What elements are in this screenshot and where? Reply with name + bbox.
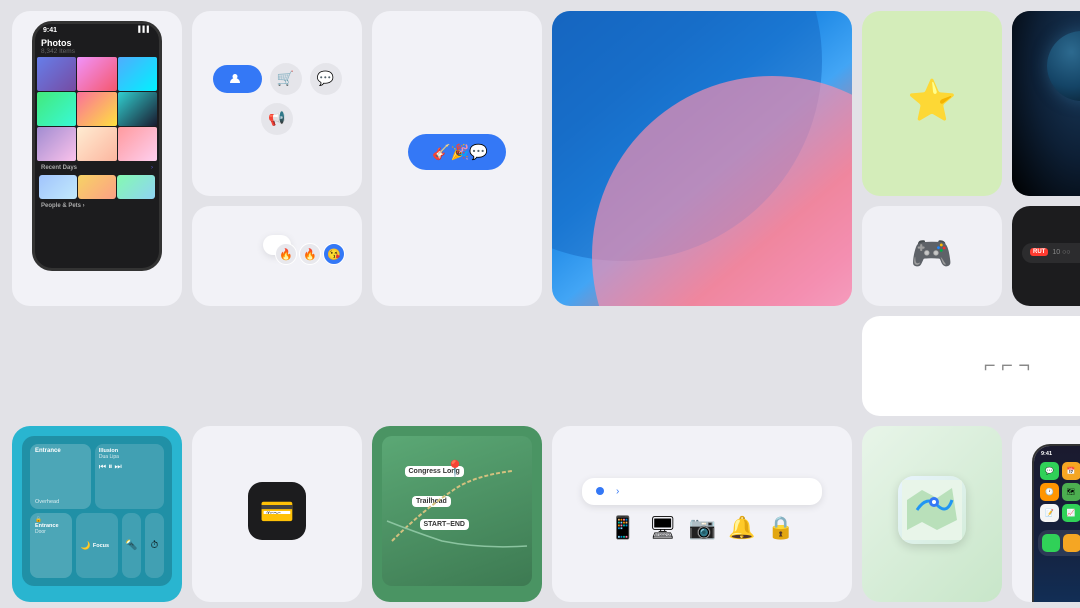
rockstar-msg: 🎸🎉💬 [408,134,506,170]
app-maps: 🗺 [1062,483,1080,501]
locked-hidden-card: ⌐ ⌐ ¬ [862,316,1080,416]
rockstar-emoji: 🎸🎉💬 [432,143,488,161]
maps-svg [902,480,962,540]
app-clock: 🕐 [1040,483,1059,501]
hidden-bracket-1: ⌐ [1001,355,1013,377]
satellite-card [1012,11,1080,196]
app-notes: 📝 [1040,504,1059,522]
person-icon [229,73,241,85]
gamemode-card: 🎮 [862,206,1002,306]
emoji-tapbacks-card: 🔥 🔥 😘 [192,206,362,306]
media-icon: 📷 [689,515,716,541]
ios-card [552,11,852,306]
maps-large-icon [898,476,966,544]
cart-btn[interactable]: 🛒 [270,63,302,95]
hiking-card: Congress Long Trailhead START–END 📍 [372,426,542,602]
sendlater-dot [596,487,604,495]
sendlater-card: › 📱 🖥 📷 🔔 🔒 [552,426,852,602]
earth-icon [1047,31,1080,101]
clock-icon: 🔔 [728,515,755,541]
reaction-fire1: 🔥 [275,243,297,265]
reminder-time: 10 ○○ [1052,249,1070,256]
gamepad-icon: 🎮 [911,234,953,274]
reaction-kiss: 😘 [323,243,345,265]
reminder-badge: RUT [1030,248,1048,256]
app-messages: 💬 [1040,462,1059,480]
phone-icon: 📱 [609,515,636,541]
app-stocks: 📈 [1062,504,1080,522]
locked-bracket-1: ⌐ [984,355,996,377]
hidden-bracket-2: ¬ [1018,355,1030,377]
msg-btn[interactable]: 💬 [310,63,342,95]
primary-btn[interactable] [213,65,262,93]
mind-star-icon: ⭐ [907,77,957,124]
wallet-card: 💳 [192,426,362,602]
dock-1 [1042,534,1060,552]
sendlater-chevron: › [616,486,619,497]
promo-btn[interactable]: 📢 [261,103,293,135]
screen-icon: 🖥 [649,515,677,541]
app-calendar: 📅 [1062,462,1080,480]
largeicons-card [862,426,1002,602]
mail-card: 🛒 💬 📢 [192,11,362,196]
homescreen-card: 9:41 ▌▌▌ 💬 📅 🌷 📷 🕐 🗺 🌤 ✅ 📝 📈 [1012,426,1080,602]
dock-2 [1063,534,1080,552]
textfx-card: 🎸🎉💬 [372,11,542,306]
reaction-fire2: 🔥 [299,243,321,265]
cc-card: Entrance Overhead Illusion Dua Lipa ⏮ ⏸ … [12,426,182,602]
map-roads-svg [382,436,532,586]
lock-icon: 🔒 [767,515,794,541]
wallet-icon: 💳 [248,482,306,540]
reminders-card: RUT 10 ○○ [1012,206,1080,306]
mind-card: ⭐ [862,11,1002,196]
photos-card: 9:41 ▌▌▌ Photos 8,342 Items [12,11,182,306]
